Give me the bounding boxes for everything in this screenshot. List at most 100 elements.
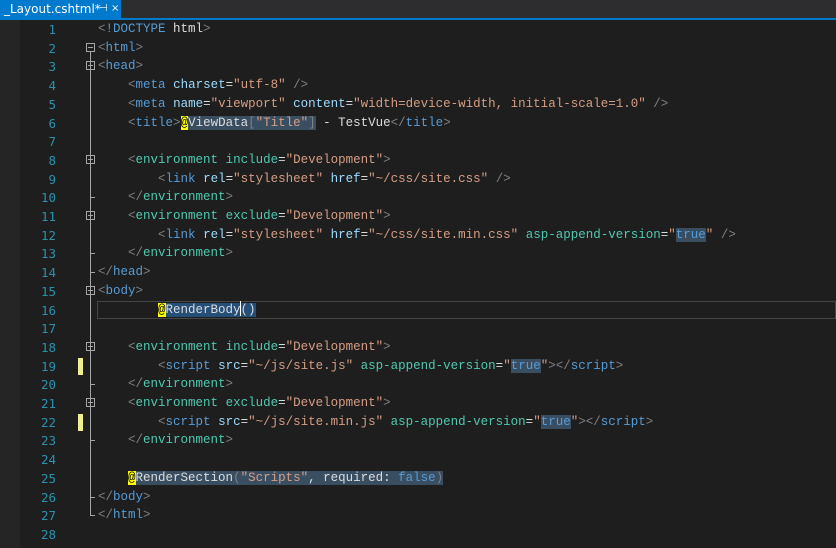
code-line[interactable]: 11 <environment exclude="Development"> (0, 207, 836, 226)
code-line[interactable]: 23 </environment> (0, 431, 836, 450)
code-token: environment (135, 209, 219, 223)
collapse-icon[interactable] (86, 42, 95, 52)
code-line[interactable]: 6 <title>@ViewData["Title"] - TestVue</t… (0, 114, 836, 133)
code-text: <title>@ViewData["Title"] - TestVue</tit… (98, 114, 451, 133)
code-line[interactable]: 25 @RenderSection("Scripts", required: f… (0, 469, 836, 488)
line-number: 19 (40, 358, 56, 374)
code-line[interactable]: 15 <body> (0, 282, 836, 301)
code-token: charset (173, 78, 226, 93)
code-token: > (135, 40, 144, 55)
code-text: <meta charset="utf-8" /> (98, 76, 308, 95)
line-number: 11 (40, 209, 56, 224)
code-line[interactable]: 27 </html> (0, 506, 836, 525)
line-number: 21 (40, 396, 56, 411)
code-token: > (383, 152, 391, 167)
code-token: environment (143, 246, 226, 261)
code-token: = (278, 339, 286, 354)
code-line[interactable]: 1 <!DOCTYPE html> (0, 20, 836, 39)
code-line[interactable]: 4 <meta charset="utf-8" /> (0, 76, 836, 95)
code-token: asp-append-version (360, 358, 496, 373)
code-line[interactable]: 8 <environment include="Development"> (0, 151, 836, 170)
line-number: 7 (48, 134, 56, 150)
code-token: </ (128, 246, 144, 261)
code-token: html (113, 508, 144, 523)
code-token: > (225, 190, 234, 205)
code-line[interactable]: 24 (0, 450, 836, 469)
code-token: body (113, 489, 144, 504)
code-line[interactable]: 22 <script src="~/js/site.min.js" asp-ap… (0, 413, 836, 432)
code-token: ></ (578, 414, 601, 429)
code-token: environment (135, 152, 219, 167)
code-line[interactable]: 9 <link rel="stylesheet" href="~/css/sit… (0, 170, 836, 189)
code-token: false (398, 470, 436, 485)
code-token: < (158, 171, 166, 186)
document-tab[interactable]: _Layout.cshtml* ⊣ × (0, 0, 121, 18)
code-token: [ (248, 115, 256, 130)
code-token: src (218, 358, 241, 373)
code-token: "Scripts" (240, 470, 309, 485)
line-number: 15 (40, 283, 56, 299)
code-line[interactable]: 21 <environment exclude="Development"> (0, 394, 836, 413)
code-text: </html> (98, 506, 151, 525)
code-token: exclude (225, 209, 279, 223)
line-number: 4 (48, 78, 56, 94)
code-token: rel (203, 227, 226, 242)
code-token: asp-append-version (390, 414, 526, 429)
code-line[interactable]: 2 <html> (0, 39, 836, 58)
code-line[interactable]: 12 <link rel="stylesheet" href="~/css/si… (0, 226, 836, 245)
code-line[interactable]: 3 <head> (0, 57, 836, 76)
code-token: " (668, 227, 676, 242)
code-text: </environment> (98, 375, 233, 394)
code-token: < (128, 209, 136, 223)
code-token: environment (143, 377, 226, 392)
code-line[interactable]: 7 (0, 132, 836, 151)
code-token: "~/js/site.min.js" (248, 414, 384, 429)
code-token: link (165, 227, 196, 242)
code-line[interactable]: 20 </environment> (0, 375, 836, 394)
code-line[interactable]: 17 (0, 319, 836, 338)
code-line[interactable]: 10 </environment> (0, 188, 836, 207)
code-line[interactable]: 14 </head> (0, 263, 836, 282)
code-token: /> (495, 171, 511, 186)
code-token: "width=device-width, initial-scale=1.0" (353, 96, 646, 111)
code-line[interactable]: 28 (0, 525, 836, 544)
line-number: 9 (48, 171, 56, 187)
line-number: 18 (40, 339, 56, 355)
fold-guide-end (90, 272, 95, 274)
code-line[interactable]: 19 <script src="~/js/site.js" asp-append… (0, 357, 836, 376)
code-line[interactable]: 18 <environment include="Development"> (0, 338, 836, 357)
fold-guide-line (90, 350, 91, 385)
code-line[interactable]: 5 <meta name="viewport" content="width=d… (0, 95, 836, 114)
code-line[interactable]: 26 </body> (0, 488, 836, 507)
pin-icon[interactable]: ⊣ (99, 0, 108, 18)
code-token: = (240, 358, 249, 373)
code-token: < (128, 96, 136, 111)
code-token: true (675, 227, 706, 242)
code-token: > (203, 22, 211, 36)
close-icon[interactable]: × (111, 0, 119, 18)
code-token: href (330, 171, 361, 186)
code-token: "~/css/site.css" (368, 171, 489, 186)
code-token: < (98, 283, 106, 298)
code-text: <environment include="Development"> (98, 151, 391, 170)
code-token: script (165, 358, 211, 373)
code-token: </ (128, 190, 144, 205)
line-number: 5 (48, 96, 56, 112)
code-token: /> (720, 227, 736, 242)
code-line[interactable]: 13 </environment> (0, 244, 836, 263)
code-editor[interactable]: 1 <!DOCTYPE html> 2 <html> 3 <head> 4 <meta ch… (0, 20, 836, 548)
code-line[interactable]: 16 @RenderBody() (0, 300, 836, 320)
razor-marker: @ (158, 302, 166, 317)
code-token: body (105, 283, 136, 298)
